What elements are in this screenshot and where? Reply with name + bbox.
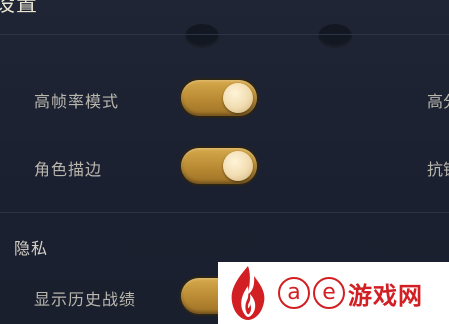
high-frame-rate-label: 高帧率模式	[34, 92, 120, 111]
privacy-section-title: 隐私	[14, 239, 49, 258]
divider	[0, 34, 449, 35]
watermark-circle-letter: a	[278, 277, 310, 309]
high-frame-rate-toggle[interactable]	[181, 80, 257, 116]
character-outline-label: 角色描边	[34, 160, 103, 179]
settings-screen: 设置 高帧率模式 高分 角色描边 抗锯 隐私 显示历史战绩 a e 游戏网	[0, 0, 449, 324]
high-resolution-label: 高分	[427, 92, 449, 111]
watermark-text: a e 游戏网	[278, 276, 423, 311]
section-divider	[0, 212, 449, 213]
slider-knob[interactable]	[185, 24, 219, 48]
show-history-label: 显示历史战绩	[34, 290, 137, 309]
watermark-circle-letter: e	[313, 277, 345, 309]
slider-knob[interactable]	[318, 24, 352, 48]
watermark: a e 游戏网	[218, 262, 449, 324]
toggle-knob	[223, 151, 253, 181]
flame-logo-icon	[231, 266, 265, 320]
watermark-site-name: 游戏网	[348, 281, 423, 310]
character-outline-toggle[interactable]	[181, 148, 257, 184]
toggle-knob	[223, 83, 253, 113]
panel-title: 设置	[0, 0, 38, 16]
anti-aliasing-label: 抗锯	[427, 160, 449, 179]
